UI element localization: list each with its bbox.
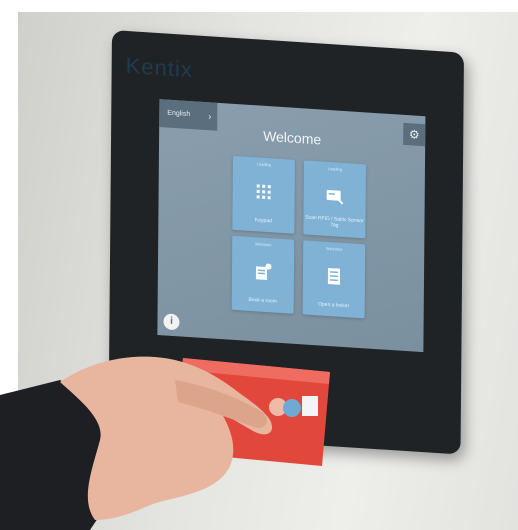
photo-scene: Kentix English › ⚙ Welcome Loading Keypa… (0, 0, 518, 530)
hand-holding-card: S (0, 356, 330, 530)
